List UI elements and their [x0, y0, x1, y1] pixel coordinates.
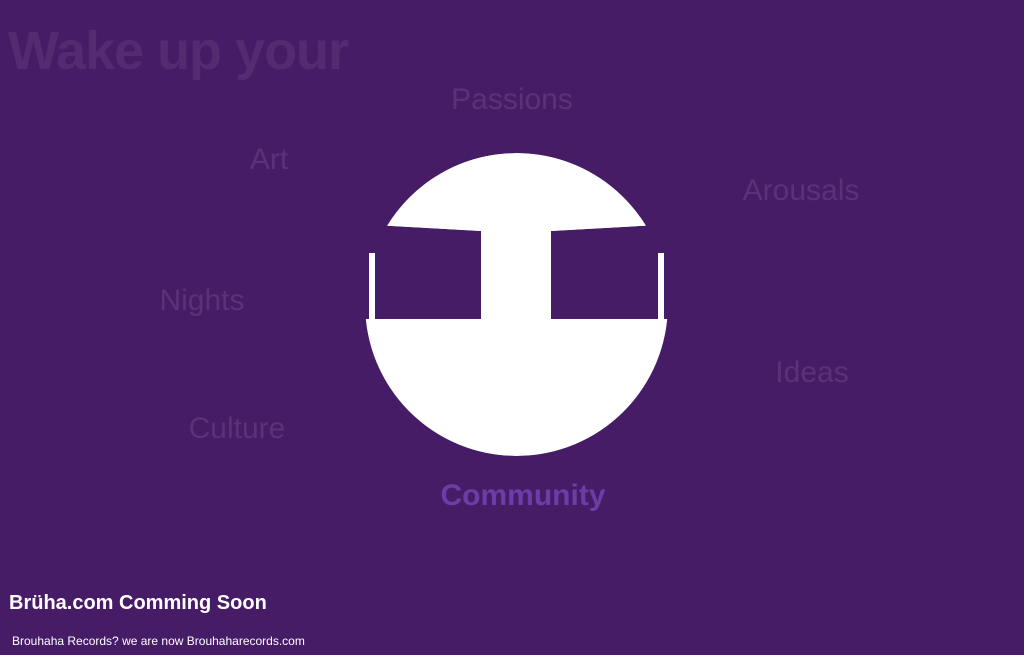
word-passions: Passions [451, 83, 573, 116]
word-ideas: Ideas [775, 356, 849, 389]
word-art: Art [249, 143, 289, 176]
word-nights: Nights [159, 284, 245, 317]
footer-note-text: Brouhaha Records? we are now [12, 634, 184, 648]
footer-title: Brüha.com Comming Soon [9, 592, 267, 614]
word-culture: Culture [188, 412, 286, 445]
headline: Wake up your [8, 21, 349, 81]
landing-page: Wake up your Passions Art Arousals Night… [0, 0, 1024, 655]
word-arousals: Arousals [742, 174, 860, 207]
word-community: Community [440, 479, 606, 512]
footer-note: Brouhaha Records? we are now Brouhaharec… [12, 634, 305, 648]
brouhaha-records-link[interactable]: Brouhaharecords.com [187, 634, 305, 648]
bruha-logo-icon [365, 153, 668, 456]
